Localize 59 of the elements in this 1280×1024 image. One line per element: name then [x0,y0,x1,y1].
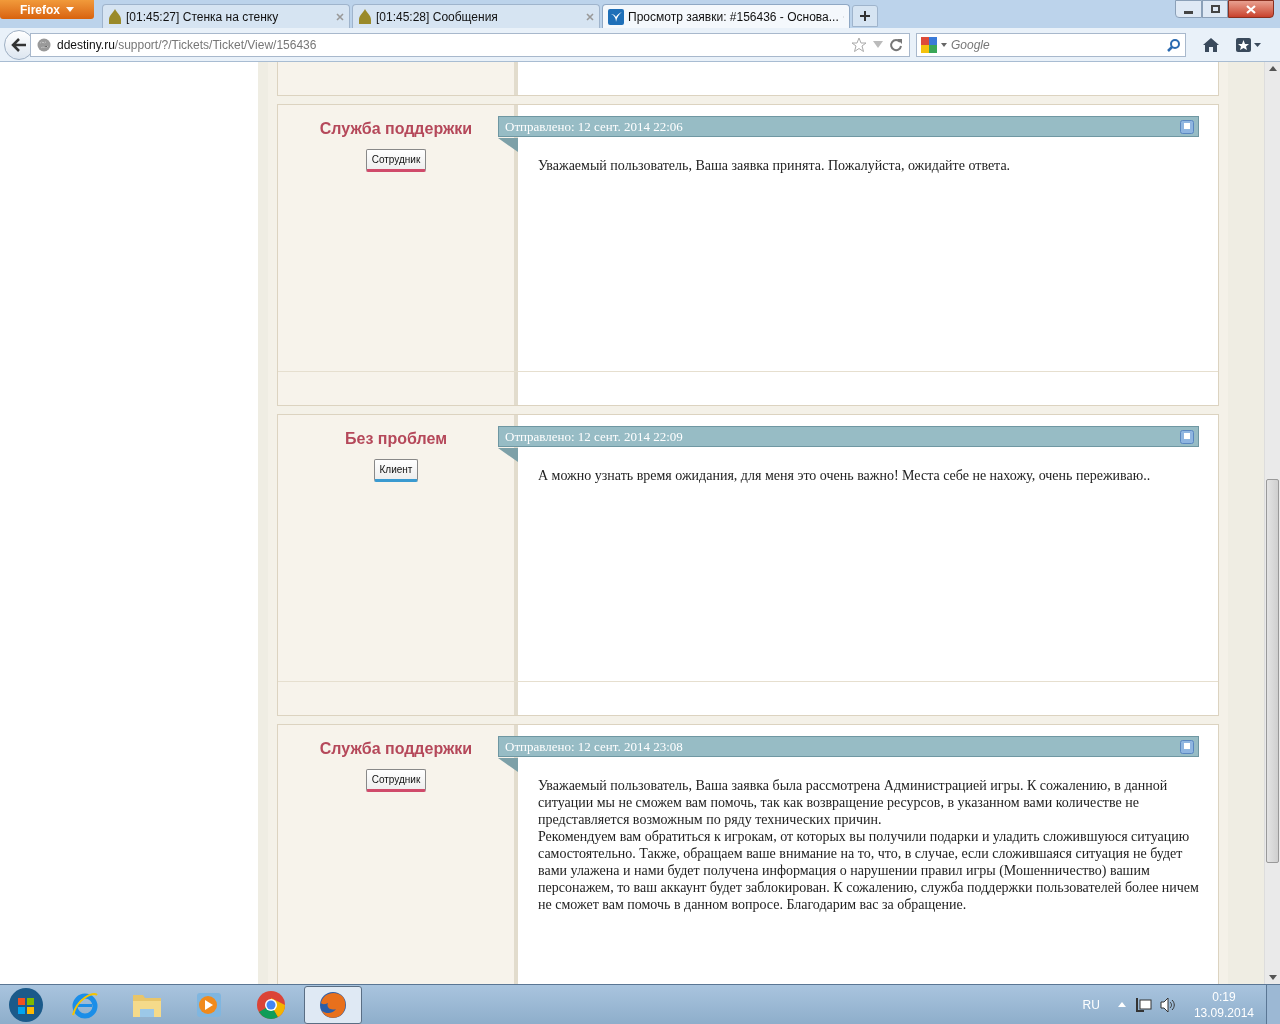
author-name: Служба поддержки [319,739,473,759]
author-name: Служба поддержки [319,119,473,139]
message-text: Рекомендуем вам обратиться к игрокам, от которых вы получили подарки и уладить сложившуюся ситуацию самостоятельно. Также, обращаем ваше внимание на то, что, в случае, если сложившаяся ситуация не будет вами улажена и нами будет получена информация о нарушении правил игры (Мошенничество) вашим персонажем, то ваш аккаунт будет заблокирован. К сожалению, служба поддержки пользователей более ничем не сможет вам помочь в данном вопросе. Благодарим вас за обращение. [538,828,1200,913]
scroll-thumb[interactable] [1266,479,1279,863]
role-badge: Клиент [373,459,419,482]
new-tab-button[interactable] [852,5,878,27]
dome-icon [108,8,122,25]
star-icon[interactable] [851,36,867,53]
sent-date: Отправлено: 12 сент. 2014 22:09 [505,427,683,446]
close-button[interactable] [1228,0,1274,18]
scroll-up-icon[interactable] [1268,66,1277,71]
browser-tab[interactable]: Просмотр заявки: #156436 - Основа... [602,4,850,28]
dome-icon [358,8,372,25]
search-engine-icon [921,36,937,53]
sent-date: Отправлено: 12 сент. 2014 23:08 [505,737,683,756]
quote-icon [1180,429,1194,444]
quote-icon [1180,739,1194,754]
minimize-icon [1184,10,1193,14]
windows-logo-icon [8,986,44,1023]
search-input[interactable]: Google [951,35,1163,54]
speaker-icon[interactable] [1159,996,1176,1013]
plus-icon [860,11,870,21]
corner-fold-icon [498,138,518,152]
message-text: Уважаемый пользователь, Ваша заявка принята. Пожалуйста, ожидайте ответа. [538,157,1012,174]
tab-title: [01:45:28] Сообщения [376,8,499,26]
address-field[interactable]: ddestiny.ru/support/?/Tickets/Ticket/View/156436 [30,32,910,57]
message-text: А можно узнать время ожидания, для меня это очень важно! Места себе не нахожу, очень переживаю.. [538,467,1152,484]
tab-title: Просмотр заявки: #156436 - Основа... [628,8,839,26]
search-icon[interactable] [1167,37,1181,52]
author-name: Без проблем [345,429,447,449]
corner-fold-icon [498,448,518,462]
url-text: ddestiny.ru/support/?/Tickets/Ticket/View/156436 [57,36,318,54]
tab-title: [01:45:27] Стенка на стенку [126,8,280,26]
caret-icon [941,42,947,47]
network-icon[interactable] [1135,996,1152,1013]
chrome-icon [255,988,287,1021]
clock-time: 0:19 [1212,988,1236,1005]
bookmarks-icon[interactable] [1236,36,1262,53]
scrollbar[interactable] [1264,62,1280,984]
home-icon[interactable] [1202,36,1220,53]
globe-icon [37,37,51,52]
clock-date: 13.09.2014 [1193,1004,1254,1021]
reload-icon[interactable] [889,37,903,52]
role-badge: Сотрудник [365,149,427,172]
taskbar-app-button[interactable] [304,985,362,1024]
back-arrow-icon [11,37,27,52]
sent-date: Отправлено: 12 сент. 2014 22:06 [505,117,683,136]
restore-icon [1210,5,1220,13]
search-field[interactable]: Google [916,32,1186,57]
browser-tab[interactable]: [01:45:27] Стенка на стенку [102,4,350,28]
message-text: Уважаемый пользователь, Ваша заявка была рассмотрена Администрацией игры. К сожалению, в данной ситуации мы не сможем вам помочь, так как возвращение ресурсов, в указанном вами количестве не представляется возможным по ряду технических причин. [538,777,1169,828]
quote-icon [1180,119,1194,134]
role-badge: Сотрудник [365,769,427,792]
caret-icon [66,7,74,12]
maximize-button[interactable] [1202,0,1228,18]
browser-tab[interactable]: [01:45:28] Сообщения [352,4,600,28]
bird-icon [608,8,624,25]
corner-fold-icon [498,758,518,772]
minimize-button[interactable] [1175,0,1202,18]
